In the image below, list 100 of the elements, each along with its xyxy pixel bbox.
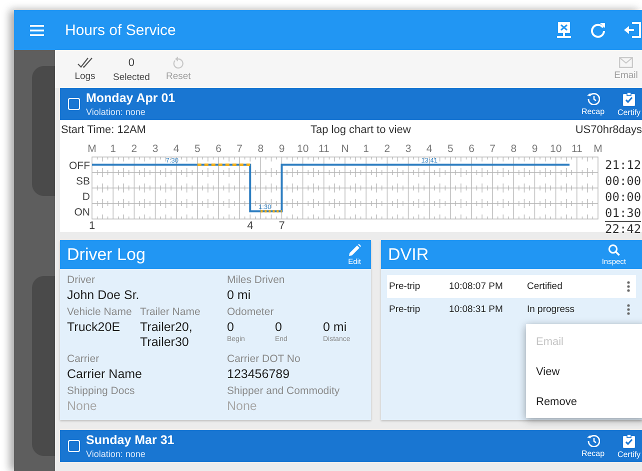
day-title: Monday Apr 01 bbox=[86, 90, 176, 106]
field-value: 0 bbox=[227, 320, 235, 335]
hour-label: 7 bbox=[236, 143, 242, 155]
status-label: SB bbox=[76, 175, 90, 188]
hour-label: 1 bbox=[363, 143, 369, 155]
field-label: Shipping Docs bbox=[67, 384, 136, 399]
start-time: Start Time: 12AM bbox=[61, 124, 146, 136]
report-type: Pre-trip bbox=[389, 281, 422, 292]
status-label: OFF bbox=[69, 160, 90, 172]
history-clock-icon bbox=[586, 434, 600, 447]
card-title: Driver Log bbox=[67, 244, 146, 264]
field-label: Shipper and Commodity bbox=[227, 384, 341, 399]
violation-text: Violation: none bbox=[86, 448, 146, 460]
hour-label: 1 bbox=[110, 143, 116, 155]
ruleset-label: US70hr8days bbox=[575, 124, 642, 136]
reset-icon bbox=[172, 56, 184, 69]
report-time: 10:08:31 PM bbox=[449, 304, 504, 315]
hour-label: 2 bbox=[131, 143, 138, 155]
hour-label: 11 bbox=[318, 143, 330, 155]
status-total: 00:00 bbox=[605, 173, 642, 189]
field-value: 123456789 bbox=[227, 367, 291, 382]
field-label: Trailer Name bbox=[140, 305, 202, 320]
hour-label: 5 bbox=[194, 143, 200, 155]
status-label: ON bbox=[74, 206, 90, 218]
hour-label: 6 bbox=[468, 143, 474, 155]
day-total: 22:42 bbox=[605, 221, 642, 236]
search-icon bbox=[608, 244, 620, 256]
status-total: 01:30 bbox=[605, 205, 642, 221]
hour-label: 4 bbox=[173, 143, 180, 155]
field-label: Odometer bbox=[227, 305, 275, 320]
hour-label: 9 bbox=[278, 143, 285, 155]
hour-label: 7 bbox=[490, 143, 496, 155]
hour-label: 2 bbox=[384, 143, 390, 155]
clipboard-check-icon bbox=[623, 434, 635, 448]
hour-label: 9 bbox=[532, 143, 538, 155]
event-number: 1 bbox=[88, 220, 96, 232]
field-value: Truck20E bbox=[67, 320, 122, 335]
toolbar-button[interactable]: 0 Selected bbox=[107, 50, 156, 88]
more-vertical-icon bbox=[627, 304, 630, 315]
toolbar-button[interactable]: Logs bbox=[67, 50, 103, 88]
field-value: None bbox=[67, 399, 98, 414]
clipboard-check-icon bbox=[623, 92, 635, 106]
hour-label: 10 bbox=[297, 143, 309, 155]
report-status: Certified bbox=[527, 281, 564, 292]
double-check-icon bbox=[77, 56, 93, 68]
dvir-report-row[interactable]: Pre-trip 10:08:07 PM Certified bbox=[387, 275, 636, 298]
hour-label: 11 bbox=[571, 143, 582, 155]
violation-text: Violation: none bbox=[86, 106, 146, 118]
mail-icon bbox=[619, 57, 633, 68]
hour-label: 4 bbox=[426, 143, 432, 155]
recap-button[interactable]: Recap bbox=[580, 92, 606, 116]
more-vertical-icon bbox=[627, 281, 630, 292]
hour-label: 10 bbox=[550, 143, 562, 155]
status-label: D bbox=[82, 190, 90, 203]
history-clock-icon bbox=[586, 92, 600, 105]
status-total: 00:00 bbox=[605, 189, 642, 205]
checkbox[interactable] bbox=[68, 98, 80, 110]
hour-label: 3 bbox=[152, 143, 158, 155]
day-title: Sunday Mar 31 bbox=[86, 432, 176, 448]
field-label: Carrier bbox=[67, 352, 100, 367]
app-title: Hours of Service bbox=[65, 22, 177, 38]
report-time: 10:08:07 PM bbox=[449, 281, 504, 292]
exit-arrow-icon[interactable] bbox=[624, 22, 642, 38]
field-label: Miles Driven bbox=[227, 273, 286, 288]
recap-button[interactable]: Recap bbox=[580, 434, 606, 458]
field-value: John Doe Sr. bbox=[67, 288, 140, 303]
monitor-x-icon[interactable] bbox=[556, 21, 572, 39]
hour-label: N bbox=[341, 143, 349, 155]
hour-label: 8 bbox=[258, 143, 264, 155]
certify-button[interactable]: Certify bbox=[616, 92, 642, 116]
field-value: 0 mi bbox=[323, 320, 348, 335]
event-number: 4 bbox=[247, 220, 254, 232]
report-status: In progress bbox=[527, 304, 576, 315]
hour-label: 8 bbox=[510, 143, 517, 155]
card-title: DVIR bbox=[388, 244, 430, 264]
hour-label: 5 bbox=[448, 143, 454, 155]
menu-item[interactable]: Remove bbox=[526, 386, 642, 416]
event-number: 7 bbox=[278, 220, 285, 232]
dvir-report-row[interactable]: Pre-trip 10:08:31 PM In progress bbox=[387, 298, 636, 321]
field-value: Carrier Name bbox=[67, 367, 144, 382]
hour-label: M bbox=[88, 143, 96, 155]
hour-label: M bbox=[594, 143, 602, 155]
report-type: Pre-trip bbox=[389, 304, 422, 315]
field-value: Trailer20, Trailer30 bbox=[140, 320, 194, 350]
certify-button[interactable]: Certify bbox=[616, 434, 642, 458]
status-total: 21:12 bbox=[605, 157, 642, 173]
refresh-icon[interactable] bbox=[590, 22, 606, 38]
field-label: Carrier DOT No bbox=[227, 352, 302, 367]
pencil-icon bbox=[348, 244, 361, 256]
menu-icon bbox=[30, 24, 44, 36]
chart-hint: Tap log chart to view bbox=[310, 124, 411, 136]
hour-label: 6 bbox=[216, 143, 222, 155]
menu-item[interactable]: View bbox=[526, 356, 642, 386]
field-value: None bbox=[227, 399, 258, 414]
field-label: Vehicle Name bbox=[67, 305, 133, 320]
selected-count: 0 bbox=[128, 56, 135, 70]
hour-label: 3 bbox=[405, 143, 412, 155]
field-label: Driver bbox=[67, 273, 96, 288]
field-value: 0 mi bbox=[227, 288, 252, 303]
checkbox[interactable] bbox=[68, 440, 80, 452]
